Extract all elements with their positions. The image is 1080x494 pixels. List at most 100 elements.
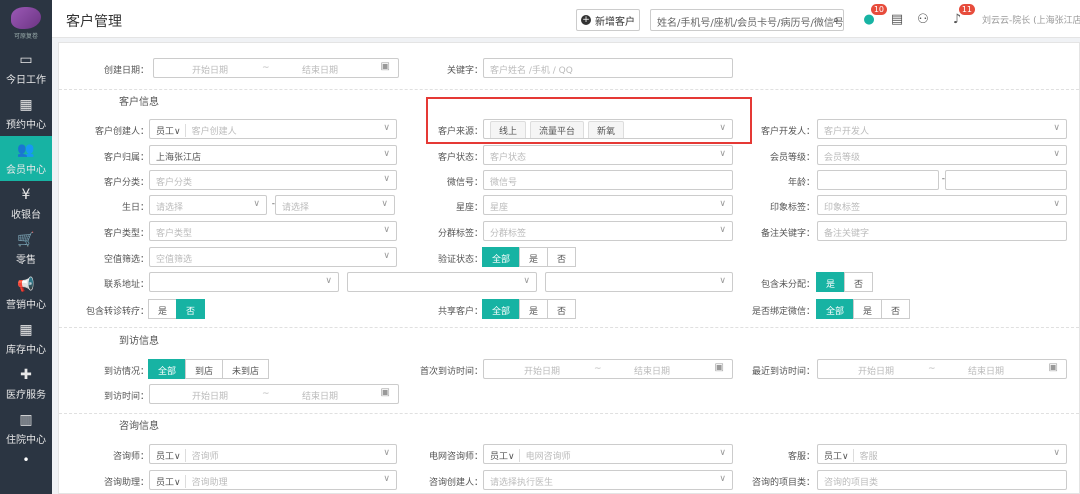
sidebar-item-label: 会员中心 bbox=[6, 164, 46, 176]
plus-icon: + bbox=[581, 15, 591, 25]
calendar-icon: ▣ bbox=[1048, 362, 1058, 373]
birthday-month-select[interactable]: 请选择 ∨ bbox=[149, 195, 267, 215]
sidebar-item[interactable]: 📢 营销中心 bbox=[0, 271, 52, 316]
belong-select[interactable]: 上海张江店 ∨ bbox=[149, 145, 397, 165]
keyword-label: 关键字： bbox=[446, 66, 483, 76]
wechat-input[interactable]: 微信号 bbox=[483, 170, 733, 190]
last-visit-label: 最近到访时间： bbox=[751, 367, 815, 377]
visit-state-segment: 全部 到店 未到店 bbox=[148, 359, 270, 379]
bound-all[interactable]: 全部 bbox=[816, 299, 855, 319]
service-select[interactable]: 员工∨ 客服 ∨ bbox=[817, 444, 1067, 464]
sidebar-item[interactable]: ▥ 住院中心 bbox=[0, 406, 52, 451]
sidebar-item-label: 医疗服务 bbox=[6, 389, 46, 401]
impression-select[interactable]: 印象标签 ∨ bbox=[817, 195, 1067, 215]
shared-no[interactable]: 否 bbox=[547, 299, 577, 319]
more-dot[interactable]: • bbox=[0, 453, 52, 467]
grid-icon: ▦ bbox=[19, 321, 33, 338]
status-select[interactable]: 客户状态 ∨ bbox=[483, 145, 733, 165]
calendar-icon: ▣ bbox=[714, 362, 724, 373]
zodiac-select[interactable]: 星座 ∨ bbox=[483, 195, 733, 215]
group-select[interactable]: 分群标签 ∨ bbox=[483, 221, 733, 241]
sidebar-item[interactable]: ▦ 库存中心 bbox=[0, 316, 52, 361]
developer-select[interactable]: 客户开发人 ∨ bbox=[817, 119, 1067, 139]
verify-yes[interactable]: 是 bbox=[519, 247, 549, 267]
last-visit-range[interactable]: 开始日期 ~ 结束日期 ▣ bbox=[817, 359, 1067, 379]
visit-not-arrived[interactable]: 未到店 bbox=[222, 359, 270, 379]
birthday-day-select[interactable]: 请选择 ∨ bbox=[275, 195, 395, 215]
sidebar-item-label: 零售 bbox=[16, 254, 36, 266]
visit-arrived[interactable]: 到店 bbox=[185, 359, 224, 379]
consult-creator-label: 咨询创建人： bbox=[428, 478, 483, 488]
brand-logo[interactable]: 可原复卷 bbox=[0, 0, 52, 46]
sidebar-item[interactable]: ✚ 医疗服务 bbox=[0, 361, 52, 406]
creator-select[interactable]: 员工∨ 客户创建人 ∨ bbox=[149, 119, 397, 139]
sidebar-item[interactable]: 👥 会员中心 bbox=[0, 136, 52, 181]
page-title: 客户管理 bbox=[66, 14, 122, 30]
creator-label: 客户创建人： bbox=[94, 127, 149, 137]
remark-label: 备注关键字： bbox=[760, 229, 815, 239]
province-select[interactable]: ∨ bbox=[149, 272, 339, 292]
yen-icon: ¥ bbox=[21, 186, 31, 203]
empty-filter-select[interactable]: 空值筛选 ∨ bbox=[149, 247, 397, 267]
bound-no[interactable]: 否 bbox=[881, 299, 911, 319]
medkit-icon: ✚ bbox=[20, 366, 32, 383]
keyword-input[interactable]: 客户姓名 /手机 / QQ bbox=[483, 58, 733, 78]
verify-no[interactable]: 否 bbox=[547, 247, 577, 267]
age-max-input[interactable] bbox=[945, 170, 1067, 190]
visit-all[interactable]: 全部 bbox=[148, 359, 187, 379]
clipboard-icon[interactable]: ▤ bbox=[888, 10, 906, 28]
user-name[interactable]: 刘云云-院长 (上海张江店) bbox=[982, 13, 1080, 26]
transfer-segment: 是否 bbox=[148, 299, 206, 319]
district-select[interactable]: ∨ bbox=[545, 272, 733, 292]
search-input[interactable]: 姓名/手机号/座机/会员卡号/病历号/微信号 ⌕ bbox=[650, 9, 844, 31]
unassigned-yes[interactable]: 是 bbox=[816, 272, 846, 292]
consultant-select[interactable]: 员工∨ 咨询师 ∨ bbox=[149, 444, 397, 464]
consult-items-select[interactable]: 咨询的项目类 bbox=[817, 470, 1067, 490]
category-select[interactable]: 客户分类 ∨ bbox=[149, 170, 397, 190]
bell-icon[interactable]: ♪ 11 bbox=[948, 4, 975, 28]
bound-wechat-segment: 全部是否 bbox=[816, 299, 911, 319]
sidebar-item[interactable]: 🛒 零售 bbox=[0, 226, 52, 271]
unassigned-segment: 是否 bbox=[816, 272, 874, 292]
team-icon[interactable]: ⚇ bbox=[914, 10, 932, 28]
create-date-label: 创建日期： bbox=[103, 66, 149, 76]
service-label: 客服： bbox=[787, 452, 815, 462]
chat-icon[interactable]: ● 10 bbox=[860, 4, 887, 28]
bound-yes[interactable]: 是 bbox=[853, 299, 883, 319]
net-consultant-label: 电网咨询师： bbox=[428, 452, 483, 462]
assistant-label: 咨询助理： bbox=[103, 478, 149, 488]
shared-yes[interactable]: 是 bbox=[519, 299, 549, 319]
birthday-label: 生日： bbox=[121, 203, 149, 213]
new-customer-button[interactable]: + 新增客户 bbox=[576, 9, 640, 31]
level-label: 会员等级： bbox=[769, 153, 815, 163]
ctype-label: 客户类型： bbox=[103, 229, 149, 239]
sidebar-item[interactable]: ▦ 预约中心 bbox=[0, 91, 52, 136]
transfer-no[interactable]: 否 bbox=[176, 299, 206, 319]
megaphone-icon: 📢 bbox=[17, 276, 35, 293]
empty-filter-label: 空值筛选： bbox=[103, 255, 149, 265]
sidebar-item[interactable]: ¥ 收银台 bbox=[0, 181, 52, 226]
shared-all[interactable]: 全部 bbox=[482, 299, 521, 319]
unassigned-no[interactable]: 否 bbox=[844, 272, 874, 292]
net-consultant-select[interactable]: 员工∨ 电网咨询师 ∨ bbox=[483, 444, 733, 464]
section-visit-info: 到访信息 bbox=[119, 336, 159, 347]
assistant-select[interactable]: 员工∨ 咨询助理 ∨ bbox=[149, 470, 397, 490]
sidebar-item[interactable]: ▭ 今日工作 bbox=[0, 46, 52, 91]
wechat-label: 微信号： bbox=[446, 178, 483, 188]
sidebar-item-label: 今日工作 bbox=[6, 74, 46, 86]
consult-creator-select[interactable]: 请选择执行医生 ∨ bbox=[483, 470, 733, 490]
verify-all[interactable]: 全部 bbox=[482, 247, 521, 267]
sidebar-item-label: 住院中心 bbox=[6, 434, 46, 446]
remark-input[interactable]: 备注关键字 bbox=[817, 221, 1067, 241]
first-visit-range[interactable]: 开始日期 ~ 结束日期 ▣ bbox=[483, 359, 733, 379]
age-min-input[interactable] bbox=[817, 170, 939, 190]
ctype-select[interactable]: 客户类型 ∨ bbox=[149, 221, 397, 241]
cart-icon: 🛒 bbox=[17, 231, 35, 248]
city-select[interactable]: ∨ bbox=[347, 272, 537, 292]
verify-label: 验证状态： bbox=[437, 255, 483, 265]
building-icon: ▥ bbox=[19, 411, 33, 428]
transfer-yes[interactable]: 是 bbox=[148, 299, 178, 319]
level-select[interactable]: 会员等级 ∨ bbox=[817, 145, 1067, 165]
create-date-range[interactable]: 开始日期 ~ 结束日期 ▣ bbox=[153, 58, 399, 78]
visit-time-range[interactable]: 开始日期 ~ 结束日期 ▣ bbox=[149, 384, 399, 404]
